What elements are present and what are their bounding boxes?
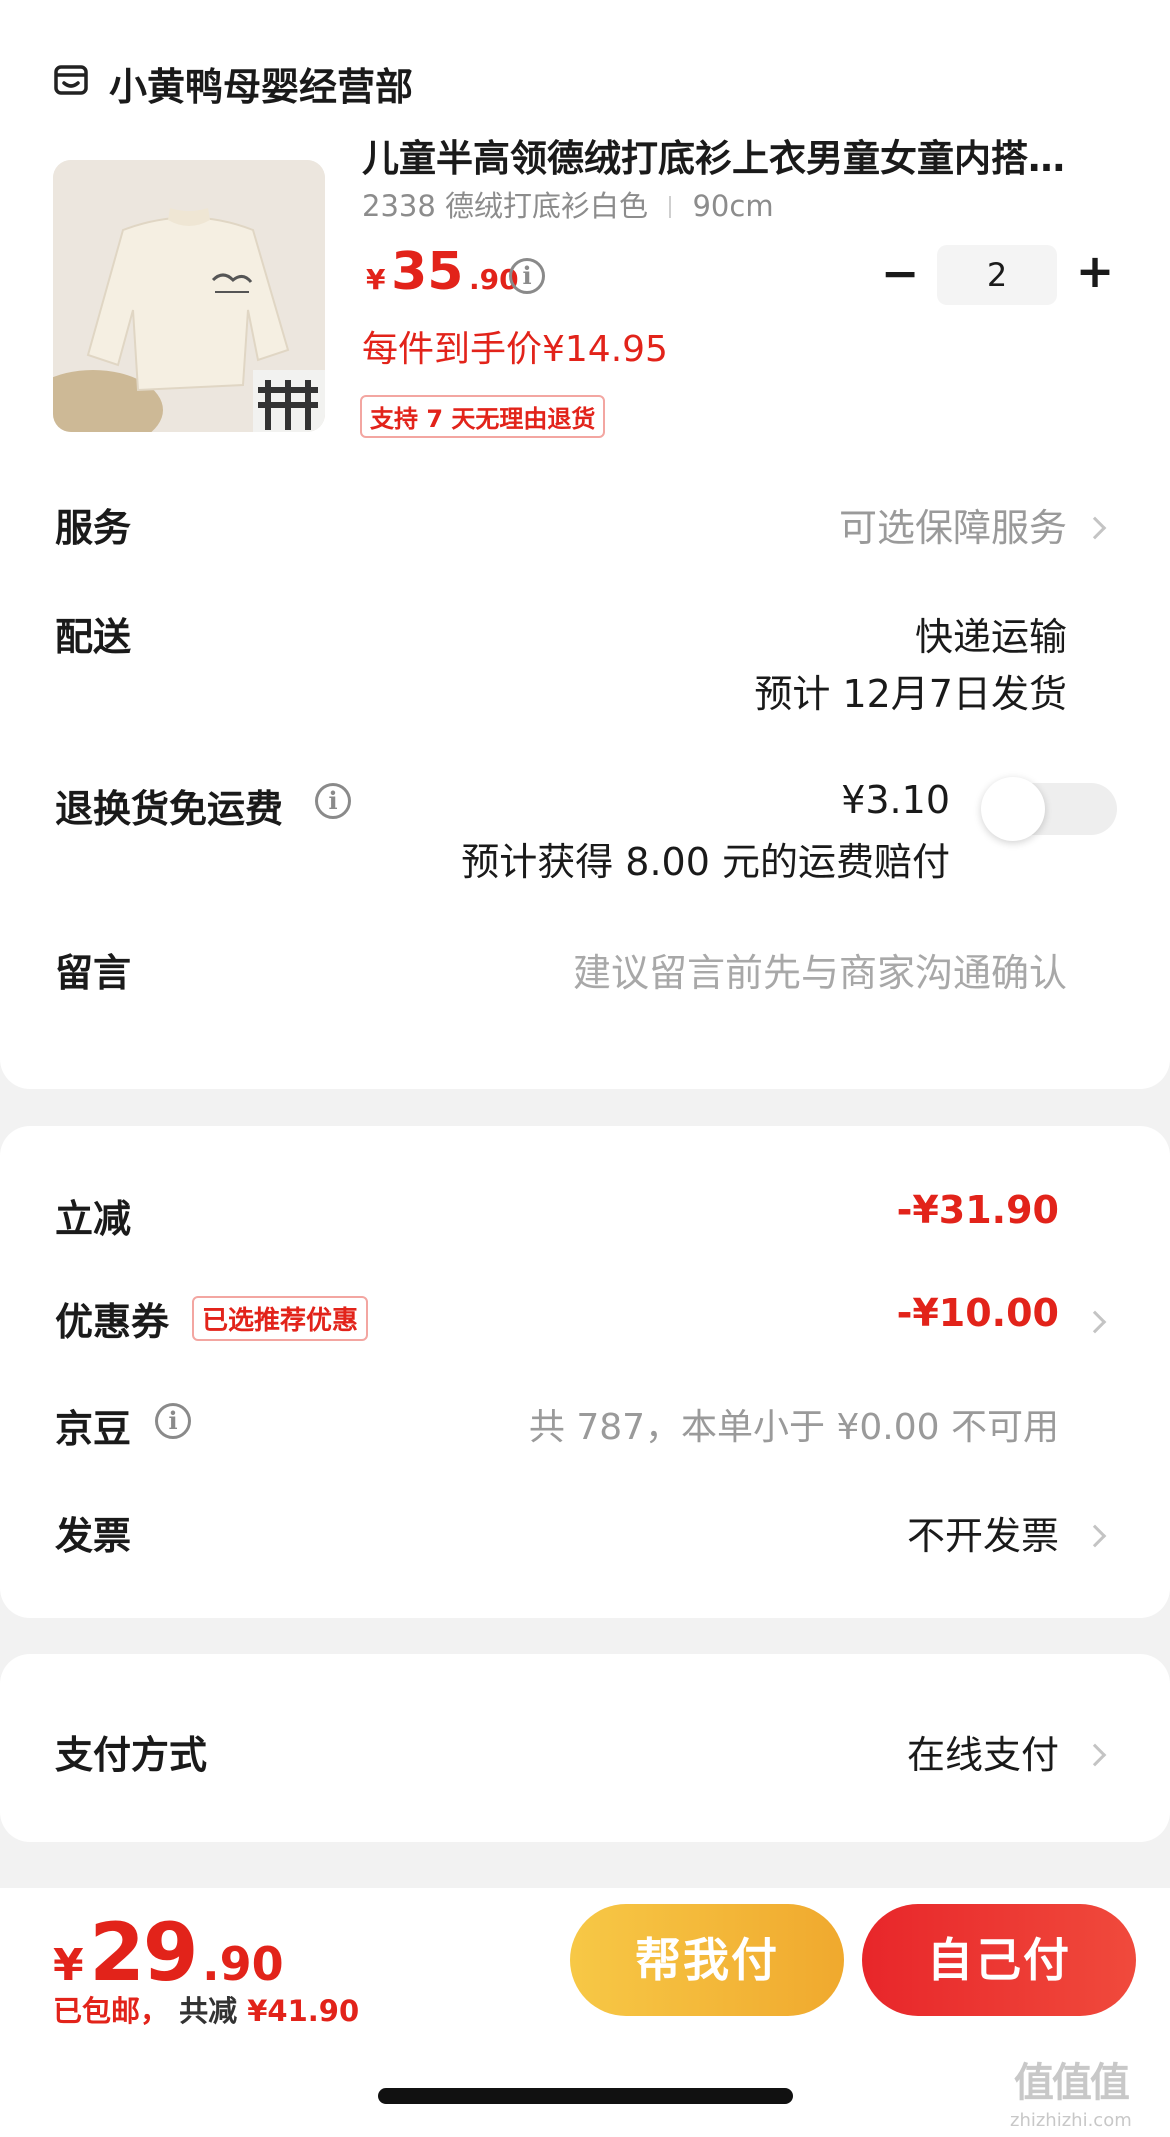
price-integer: 35 <box>391 242 464 302</box>
service-label: 服务 <box>55 506 132 550</box>
delivery-method: 快递运输 <box>914 615 1067 659</box>
self-pay-button[interactable]: 自己付 <box>862 1904 1136 2016</box>
watermark-url: zhizhizhi.com <box>1010 2110 1132 2131</box>
invoice-chevron-icon[interactable] <box>1083 1524 1107 1548</box>
message-label: 留言 <box>55 951 132 995</box>
delivery-label: 配送 <box>55 615 132 659</box>
payment-value[interactable]: 在线支付 <box>907 1724 1059 1779</box>
return-free-price: ¥3.10 <box>841 778 950 822</box>
order-card: 小黄鸭母婴经营部 儿童半高领德绒打底衫上衣男童女童内搭… 2338 德绒打底衫白… <box>0 0 1170 1089</box>
toggle-knob <box>981 777 1045 841</box>
watermark: 值值值 zhizhizhi.com <box>1010 2050 1132 2131</box>
total-symbol: ¥ <box>53 1940 84 1991</box>
unit-price: 每件到手价¥14.95 <box>362 329 668 370</box>
spec-divider <box>669 196 672 218</box>
invoice-value[interactable]: 不开发票 <box>907 1505 1059 1560</box>
total-decimal: .90 <box>202 1937 284 1991</box>
coupon-value[interactable]: -¥10.00 <box>897 1291 1059 1335</box>
saved-label: 共减 <box>179 1994 248 2028</box>
return-badge: 支持 7 天无理由退货 <box>360 395 606 438</box>
service-chevron-icon[interactable] <box>1083 516 1107 540</box>
product-title[interactable]: 儿童半高领德绒打底衫上衣男童女童内搭… <box>362 128 1122 182</box>
jingdou-info-icon[interactable]: i <box>155 1403 191 1439</box>
instant-discount-value: -¥31.90 <box>896 1188 1059 1232</box>
store-name: 小黄鸭母婴经营部 <box>109 65 414 109</box>
spec-size: 90cm <box>692 189 774 223</box>
total-integer: 29 <box>89 1906 198 1999</box>
product-image[interactable] <box>53 160 325 432</box>
coupon-label: 优惠券 <box>55 1300 170 1344</box>
return-free-info-icon[interactable]: i <box>315 783 351 819</box>
jingdou-value: 共 787，本单小于 ¥0.00 不可用 <box>528 1407 1059 1448</box>
payment-card: 支付方式 在线支付 <box>0 1654 1170 1842</box>
plus-button[interactable]: + <box>1075 244 1115 298</box>
saved-value: ¥41.90 <box>247 1994 360 2028</box>
total-note: 已包邮， 共减 ¥41.90 <box>53 1988 359 2030</box>
total-price: ¥ 29 .90 <box>53 1906 284 1999</box>
return-free-toggle[interactable] <box>981 777 1117 841</box>
watermark-logo: 值值值 <box>1013 2060 1130 2106</box>
help-pay-button[interactable]: 帮我付 <box>570 1904 844 2016</box>
quantity-field[interactable]: 2 <box>937 245 1057 305</box>
home-indicator <box>378 2088 793 2104</box>
message-input[interactable]: 建议留言前先与商家沟通确认 <box>573 942 1067 997</box>
product-price: ¥ 35 .90 <box>366 242 519 302</box>
jingdou-label: 京豆 <box>55 1407 132 1451</box>
product-spec[interactable]: 2338 德绒打底衫白色 90cm <box>362 183 774 225</box>
service-value[interactable]: 可选保障服务 <box>839 497 1067 552</box>
coupon-badge: 已选推荐优惠 <box>192 1296 369 1341</box>
spec-style: 2338 德绒打底衫白色 <box>362 189 649 223</box>
payment-label: 支付方式 <box>55 1733 208 1777</box>
discount-card: 立减 -¥31.90 优惠券 已选推荐优惠 -¥10.00 京豆 i 共 787… <box>0 1126 1170 1618</box>
instant-discount-label: 立减 <box>55 1197 132 1241</box>
store-icon <box>53 62 89 98</box>
invoice-label: 发票 <box>55 1514 132 1558</box>
price-info-icon[interactable]: i <box>509 258 545 294</box>
return-free-label: 退换货免运费 <box>55 787 284 831</box>
coupon-chevron-icon[interactable] <box>1083 1310 1107 1334</box>
shipping-note: 已包邮， <box>53 1994 170 2028</box>
price-symbol: ¥ <box>366 263 386 296</box>
payment-chevron-icon[interactable] <box>1083 1743 1107 1767</box>
minus-button[interactable]: − <box>880 246 920 300</box>
delivery-estimate: 预计 12月7日发货 <box>754 672 1067 716</box>
return-free-compensation: 预计获得 8.00 元的运费赔付 <box>461 840 950 884</box>
